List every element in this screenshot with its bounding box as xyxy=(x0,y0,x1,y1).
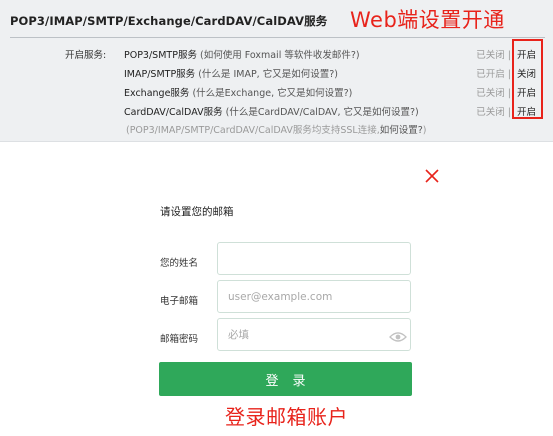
name-field[interactable] xyxy=(217,242,411,275)
service-name: IMAP/SMTP服务 xyxy=(124,69,196,80)
service-settings-panel: POP3/IMAP/SMTP/Exchange/CardDAV/CalDAV服务… xyxy=(0,0,553,142)
ssl-note: (POP3/IMAP/SMTP/CardDAV/CalDAV服务均支持SSL连接… xyxy=(126,125,427,136)
services-label: 开启服务: xyxy=(65,50,107,61)
service-status: 已关闭 xyxy=(476,50,505,61)
email-field[interactable] xyxy=(217,280,411,313)
password-label: 邮箱密码 xyxy=(160,334,199,345)
service-name: CardDAV/CalDAV服务 xyxy=(124,107,223,118)
email-label: 电子邮箱 xyxy=(160,296,199,307)
login-button[interactable]: 登录 xyxy=(159,362,412,396)
service-row-carddav: CardDAV/CalDAV服务 (什么是CardDAV/CalDAV, 它又是… xyxy=(124,104,544,120)
form-title: 请设置您的邮箱 xyxy=(160,206,234,218)
ssl-help-link[interactable]: 如何设置? xyxy=(380,125,423,136)
service-help-link[interactable]: (什么是CardDAV/CalDAV, 它又是如何设置?) xyxy=(226,107,419,118)
service-status: 已关闭 xyxy=(476,88,505,99)
highlight-box xyxy=(512,39,543,119)
annotation-banner: Web端设置开通 xyxy=(350,8,505,32)
service-status: 已开启 xyxy=(476,69,505,80)
panel-title: POP3/IMAP/SMTP/Exchange/CardDAV/CalDAV服务 xyxy=(10,14,328,28)
service-status: 已关闭 xyxy=(476,107,505,118)
caption-annotation: 登录邮箱账户 xyxy=(225,405,348,429)
panel-divider xyxy=(10,37,545,38)
service-name: POP3/SMTP服务 xyxy=(124,50,197,61)
service-help-link[interactable]: (如何使用 Foxmail 等软件收发邮件?) xyxy=(200,50,360,61)
close-icon[interactable] xyxy=(424,168,440,184)
password-field[interactable] xyxy=(217,318,411,351)
name-label: 您的姓名 xyxy=(160,258,199,269)
service-help-link[interactable]: (什么是 IMAP, 它又是如何设置?) xyxy=(198,69,338,80)
service-help-link[interactable]: (什么是Exchange, 它又是如何设置?) xyxy=(192,88,352,99)
service-name: Exchange服务 xyxy=(124,88,190,99)
service-row-pop3: POP3/SMTP服务 (如何使用 Foxmail 等软件收发邮件?) 已关闭 |… xyxy=(124,47,544,63)
service-row-imap: IMAP/SMTP服务 (什么是 IMAP, 它又是如何设置?) 已开启 | 关闭 xyxy=(124,66,544,82)
eye-icon[interactable] xyxy=(389,328,407,342)
service-row-exchange: Exchange服务 (什么是Exchange, 它又是如何设置?) 已关闭 | … xyxy=(124,85,544,101)
